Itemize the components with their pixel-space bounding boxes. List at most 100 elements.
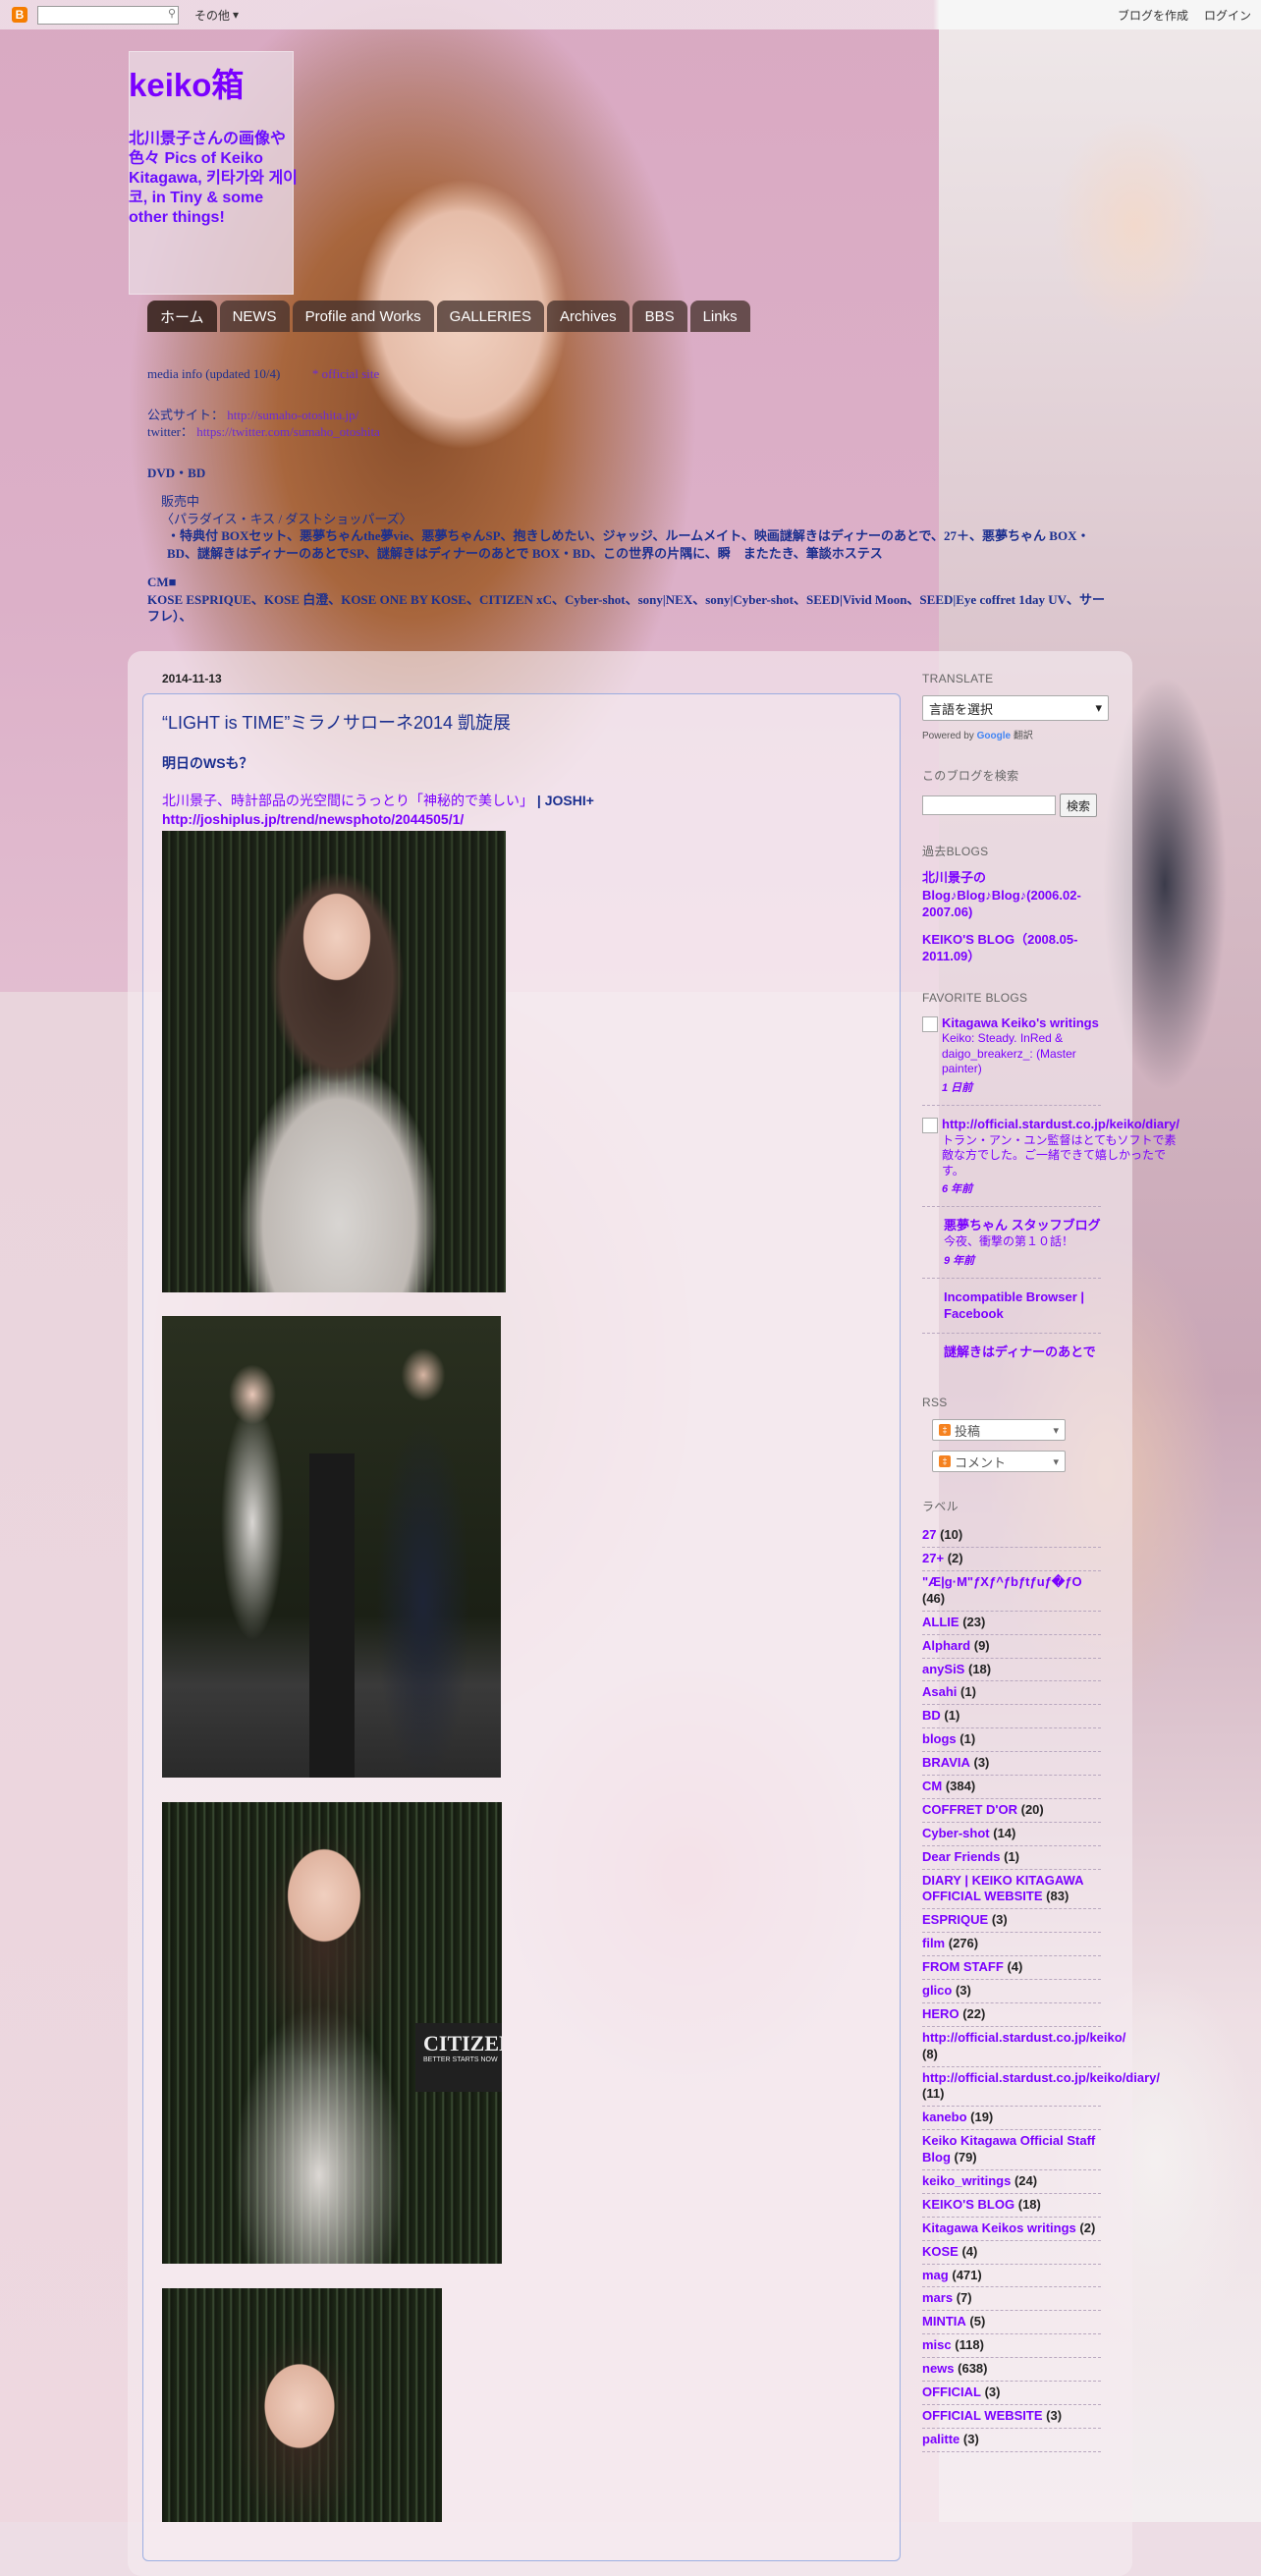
post-source-link[interactable]: 北川景子、時計部品の光空間にうっとり「神秘的で美しい」 [162,793,533,808]
rss-posts-button[interactable]: ‡ 投稿 ▾ [932,1419,1066,1442]
blog-title[interactable]: keiko箱 [129,69,244,101]
post-source-url[interactable]: http://joshiplus.jp/trend/newsphoto/2044… [162,811,464,827]
favorite-blog-title[interactable]: Kitagawa Keiko's writings [942,1014,1101,1032]
label-link[interactable]: http://official.stardust.co.jp/keiko/dia… [922,2070,1160,2085]
rss-widget: RSS ‡ 投稿 ▾ ‡ コメント ▾ [922,1396,1101,1473]
label-link[interactable]: glico [922,1983,952,1998]
label-item: Keiko Kitagawa Official Staff Blog (79) [922,2130,1101,2170]
label-link[interactable]: KEIKO'S BLOG [922,2197,1014,2212]
favorite-blog-title[interactable]: Incompatible Browser | Facebook [944,1288,1101,1323]
post-photo-3[interactable]: CITIZEN BETTER STARTS NOW [162,1802,502,2264]
label-link[interactable]: 27 [922,1527,936,1542]
label-link[interactable]: OFFICIAL [922,2384,981,2399]
label-item: FROM STAFF (4) [922,1956,1101,1980]
favorite-blog-snippet[interactable]: トラン・アン・ユン監督はとてもソフトで素敵な方でした。ご一緒できて嬉しかったです… [942,1133,1179,1179]
label-link[interactable]: Asahi [922,1684,957,1699]
favorite-blog-title[interactable]: 謎解きはディナーのあとで [944,1343,1101,1361]
label-link[interactable]: kanebo [922,2110,967,2124]
blogger-navbar: B ⚲ その他 ▾ ブログを作成 ログイン [0,0,1261,29]
label-link[interactable]: "Æ|g·M"ƒXƒ^ƒbƒtƒuƒ�ƒO [922,1574,1082,1589]
official-site-url[interactable]: http://sumaho-otoshita.jp/ [227,408,358,422]
label-link[interactable]: news [922,2361,955,2376]
translate-word[interactable]: 翻訳 [1014,731,1033,741]
create-blog-link[interactable]: ブログを作成 [1118,7,1188,24]
label-link[interactable]: blogs [922,1731,957,1746]
label-count: (46) [922,1590,946,1606]
label-link[interactable]: MINTIA [922,2314,966,2329]
google-logo[interactable]: Google [977,731,1011,741]
label-link[interactable]: Kitagawa Keikos writings [922,2220,1076,2235]
citizen-sign: CITIZEN BETTER STARTS NOW [415,2023,502,2092]
favorite-blog-item: http://official.stardust.co.jp/keiko/dia… [922,1116,1179,1208]
label-count: (118) [955,2337,984,2353]
official-site-prefix: 公式サイト： [147,407,225,422]
favorite-blog-snippet[interactable]: Keiko: Steady. InRed & daigo_breakerz_: … [942,1031,1101,1077]
tab-home[interactable]: ホーム [147,301,217,332]
label-link[interactable]: CM [922,1779,942,1793]
post-photo-1[interactable] [162,831,506,1292]
label-item: HERO (22) [922,2003,1101,2027]
tab-news[interactable]: NEWS [219,301,290,332]
label-link[interactable]: http://official.stardust.co.jp/keiko/ [922,2030,1125,2045]
label-item: Kitagawa Keikos writings (2) [922,2218,1101,2241]
blog-search-button[interactable]: 検索 [1060,794,1098,817]
label-link[interactable]: OFFICIAL WEBSITE [922,2408,1043,2423]
label-item: OFFICIAL (3) [922,2382,1101,2405]
label-item: Dear Friends (1) [922,1846,1101,1870]
blogger-logo-icon[interactable]: B [12,7,27,23]
label-link[interactable]: ESPRIQUE [922,1912,988,1927]
post-source: 北川景子、時計部品の光空間にうっとり「神秘的で美しい」 | JOSHI+ htt… [162,792,712,829]
label-count: (3) [973,1755,990,1771]
label-link[interactable]: anySiS [922,1662,964,1676]
login-link[interactable]: ログイン [1204,7,1251,24]
label-link[interactable]: mag [922,2268,949,2282]
label-link[interactable]: 27+ [922,1551,944,1565]
sidebar: TRANSLATE 言語を選択 ▾ Powered by Google 翻訳 こ… [922,672,1179,2478]
favorite-blog-snippet[interactable]: 今夜、衝撃の第１０話！ [944,1234,1101,1250]
label-link[interactable]: BRAVIA [922,1755,970,1770]
caret-down-icon: ▾ [233,8,240,22]
language-select[interactable]: 言語を選択 ▾ [922,695,1109,721]
label-link[interactable]: FROM STAFF [922,1959,1004,1974]
label-link[interactable]: Alphard [922,1638,970,1653]
tab-profile-and-works[interactable]: Profile and Works [292,301,434,332]
post-title[interactable]: “LIGHT is TIME”ミラノサローネ2014 凱旋展 [162,709,511,735]
more-menu-button[interactable]: その他 ▾ [194,7,239,24]
label-link[interactable]: Dear Friends [922,1849,1000,1864]
label-link[interactable]: BD [922,1708,941,1723]
powered-by: Powered by Google 翻訳 [922,727,1101,741]
label-link[interactable]: Cyber-shot [922,1826,990,1840]
label-link[interactable]: KOSE [922,2244,959,2259]
official-site-link[interactable]: * official site [312,366,379,381]
label-count: (4) [961,2243,978,2259]
navbar-search-input[interactable]: ⚲ [37,5,179,25]
past-blog-link[interactable]: 北川景子の Blog♪Blog♪Blog♪(2006.02-2007.06) [922,869,1101,921]
tab-archives[interactable]: Archives [547,301,630,332]
citizen-sign-text: CITIZEN [423,2031,502,2055]
tab-galleries[interactable]: GALLERIES [436,301,545,332]
blog-favicon-icon [922,1118,938,1134]
twitter-url[interactable]: https://twitter.com/sumaho_otoshita [196,424,380,439]
past-blog-link[interactable]: KEIKO'S BLOG（2008.05-2011.09） [922,931,1101,965]
label-link[interactable]: palitte [922,2432,959,2446]
label-link[interactable]: mars [922,2290,953,2305]
label-link[interactable]: ALLIE [922,1615,959,1629]
label-link[interactable]: COFFRET D'OR [922,1802,1017,1817]
blog-search-input[interactable] [922,795,1056,815]
favorite-blog-title[interactable]: 悪夢ちゃん スタッフブログ [944,1217,1101,1234]
tab-links[interactable]: Links [689,301,750,332]
rss-comments-button[interactable]: ‡ コメント ▾ [932,1451,1066,1473]
tab-bbs[interactable]: BBS [631,301,687,332]
label-item: palitte (3) [922,2429,1101,2452]
label-link[interactable]: keiko_writings [922,2173,1011,2188]
label-link[interactable]: film [922,1936,945,1950]
post-photo-2[interactable] [162,1316,501,1778]
label-count: (2) [1079,2220,1096,2235]
label-link[interactable]: misc [922,2337,952,2352]
search-icon[interactable]: ⚲ [168,7,176,20]
label-item: Alphard (9) [922,1635,1101,1659]
favorite-blog-title[interactable]: http://official.stardust.co.jp/keiko/dia… [942,1116,1179,1133]
label-link[interactable]: Keiko Kitagawa Official Staff Blog [922,2133,1095,2165]
label-link[interactable]: HERO [922,2006,959,2021]
post-photo-4[interactable] [162,2288,442,2522]
